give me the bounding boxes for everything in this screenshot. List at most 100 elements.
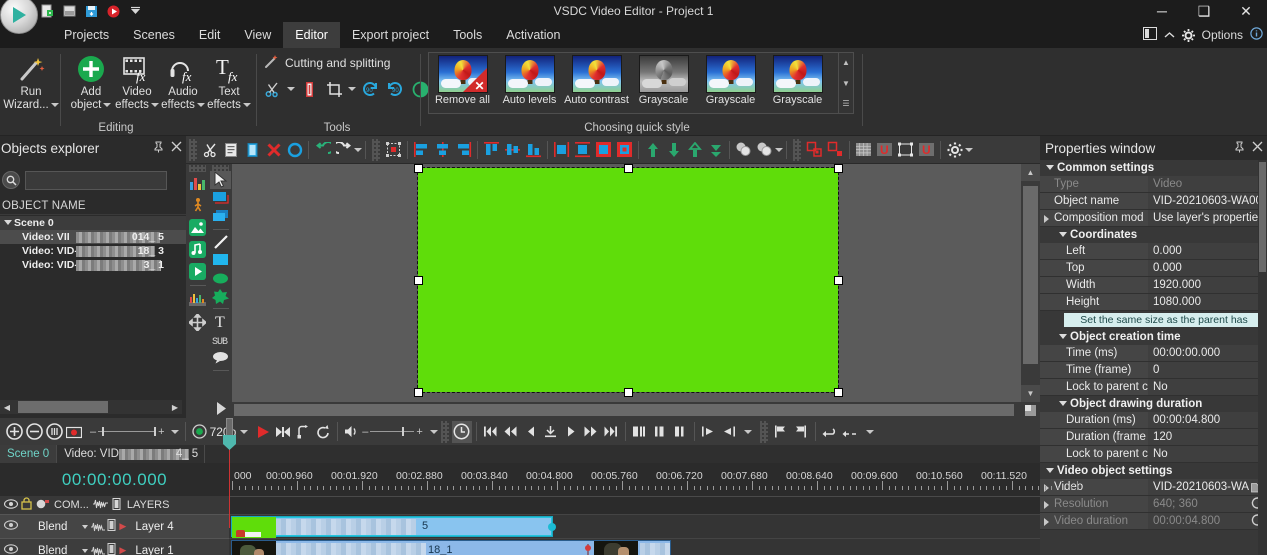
set-same-size-as-parent-button[interactable]: Set the same size as the parent has — [1064, 313, 1264, 327]
quick-style-item[interactable]: Auto levels — [496, 53, 563, 113]
scissors-icon[interactable] — [262, 78, 284, 100]
play-icon[interactable] — [561, 421, 581, 443]
pointer-icon[interactable] — [210, 170, 231, 190]
rectangle-icon[interactable] — [210, 251, 231, 269]
chevron-up-icon[interactable] — [1164, 28, 1175, 42]
track-row[interactable]: 18_1 — [229, 538, 1040, 555]
chevron-down-icon[interactable] — [965, 147, 973, 152]
playhead[interactable] — [223, 418, 236, 528]
visibility-icon[interactable] — [3, 498, 19, 512]
property-value-cell[interactable]: 00:00:04.800 — [1148, 513, 1267, 529]
property-row-object-name[interactable]: Object name VID-20210603-WA001 — [1040, 193, 1267, 210]
paste-icon[interactable] — [242, 139, 263, 161]
selected-video-object[interactable] — [417, 167, 839, 393]
scrollbar-thumb[interactable] — [18, 401, 108, 413]
distribute-h-icon[interactable] — [551, 139, 572, 161]
list-item[interactable]: Video: VII 014_ 5 — [0, 230, 186, 244]
loop-region-icon[interactable] — [293, 421, 313, 443]
property-value[interactable]: 00:00:00.000 — [1148, 345, 1267, 361]
list-item[interactable]: Video: VID- 3_ 1 — [0, 258, 186, 272]
close-icon[interactable] — [171, 141, 182, 155]
text-effects-button[interactable]: Tfx Text effects — [200, 52, 258, 118]
scroll-right-icon[interactable]: ▶ — [168, 400, 182, 414]
scene-icon[interactable] — [210, 189, 231, 207]
properties-group-object-drawing-duration[interactable]: Object drawing duration — [1040, 396, 1267, 412]
chevron-down-icon[interactable] — [50, 102, 59, 107]
rotate-right-90-icon[interactable]: 90 — [384, 78, 406, 100]
settings-gear-icon[interactable] — [944, 139, 965, 161]
scroll-down-icon[interactable]: ▼ — [1021, 385, 1040, 402]
cut-icon[interactable] — [200, 139, 221, 161]
track-row[interactable]: 5 — [229, 514, 1040, 538]
effects-icon[interactable] — [36, 498, 50, 513]
toolbar-grip[interactable] — [440, 420, 449, 443]
quick-style-item[interactable]: Grayscale — [630, 53, 697, 113]
grid-icon[interactable] — [853, 139, 874, 161]
menu-scenes[interactable]: Scenes — [121, 22, 187, 48]
scroll-left-icon[interactable]: ◀ — [0, 400, 14, 414]
list-item[interactable]: Video: VID- 18_ 3 — [0, 244, 186, 258]
quick-style-item[interactable]: Grayscale — [764, 53, 831, 113]
cutting-and-splitting-button[interactable]: Cutting and splitting — [264, 54, 390, 72]
blend-mode-label[interactable]: Blend — [38, 545, 67, 555]
layer-name[interactable]: Layer 4 — [135, 521, 173, 533]
property-value[interactable]: 00:00:04.800 — [1148, 412, 1267, 428]
chevron-down-icon[interactable] — [348, 87, 356, 91]
property-row-type[interactable]: Type Video — [1040, 176, 1267, 193]
mute-indicator-icon[interactable]: ▶ — [119, 545, 126, 555]
property-row-width[interactable]: Width 1920.000 — [1040, 277, 1267, 294]
align-right-icon[interactable] — [453, 139, 474, 161]
step-back-icon[interactable] — [521, 421, 541, 443]
redo-icon[interactable] — [333, 139, 354, 161]
group-clips-icon[interactable] — [820, 421, 840, 443]
select-none-icon[interactable] — [284, 139, 305, 161]
canvas-resize-grip[interactable] — [1021, 402, 1040, 418]
chevron-down-icon[interactable] — [287, 87, 295, 91]
trim-end-icon[interactable] — [719, 421, 739, 443]
menu-tools[interactable]: Tools — [441, 22, 494, 48]
copy-icon[interactable] — [221, 139, 242, 161]
align-middle-v-icon[interactable] — [502, 139, 523, 161]
expand-icon[interactable] — [1044, 215, 1049, 223]
set-position-icon[interactable] — [541, 421, 561, 443]
property-value[interactable]: 1080.000 — [1148, 294, 1267, 310]
align-top-icon[interactable] — [481, 139, 502, 161]
split-marker-icon[interactable] — [298, 78, 320, 100]
align-center-h-icon[interactable] — [432, 139, 453, 161]
level-meter-icon[interactable] — [107, 519, 116, 534]
crop-icon[interactable] — [323, 78, 345, 100]
visibility-icon[interactable] — [3, 544, 19, 555]
waveform-icon[interactable] — [92, 498, 108, 513]
quick-style-item[interactable]: ✕ Remove all — [429, 53, 496, 113]
quick-style-item[interactable]: Grayscale — [697, 53, 764, 113]
split-icon[interactable] — [630, 421, 650, 443]
chevron-down-icon[interactable] — [82, 548, 89, 553]
fit-timeline-icon[interactable] — [44, 421, 64, 443]
property-value[interactable]: 1920.000 — [1148, 277, 1267, 293]
tree-scene-node[interactable]: Scene 0 — [0, 216, 186, 230]
menu-activation[interactable]: Activation — [494, 22, 572, 48]
volume-icon[interactable] — [342, 421, 362, 443]
ungroup-icon[interactable] — [754, 139, 775, 161]
cut-right-icon[interactable] — [670, 421, 690, 443]
chevron-down-icon[interactable] — [775, 147, 783, 152]
property-row-lock-to-parent-duration[interactable]: Lock to parent c No — [1040, 446, 1267, 463]
layout-icon[interactable] — [1142, 27, 1157, 43]
canvas-horizontal-scrollbar[interactable] — [232, 402, 1021, 418]
resize-handle[interactable] — [834, 164, 843, 173]
expand-icon[interactable] — [1044, 501, 1049, 509]
property-value[interactable]: 0.000 — [1148, 260, 1267, 276]
property-row-height[interactable]: Height 1080.000 — [1040, 294, 1267, 311]
more-shapes-icon[interactable] — [210, 400, 231, 418]
resize-handle[interactable] — [624, 388, 633, 397]
objects-explorer-hscrollbar[interactable]: ◀ ▶ — [0, 400, 182, 414]
chevron-down-icon[interactable] — [82, 524, 89, 529]
rotate-left-90-icon[interactable]: 90 — [359, 78, 381, 100]
zoom-plus-label[interactable]: + — [158, 426, 164, 438]
properties-group-video-object-settings[interactable]: Video object settings — [1040, 463, 1267, 479]
zoom-out-icon[interactable] — [24, 421, 44, 443]
chevron-down-icon[interactable] — [429, 429, 438, 434]
menu-projects[interactable]: Projects — [52, 22, 121, 48]
lock-icon[interactable] — [21, 497, 32, 513]
bounds-icon[interactable] — [895, 139, 916, 161]
